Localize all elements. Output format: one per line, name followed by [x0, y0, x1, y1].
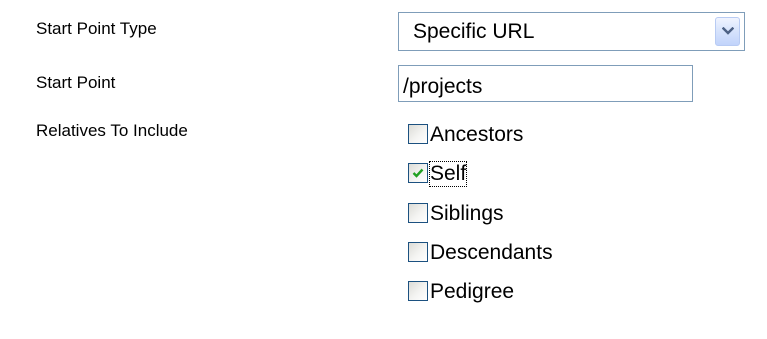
siblings-checkbox[interactable]: [408, 203, 428, 223]
start-point-type-label: Start Point Type: [36, 19, 157, 38]
form-panel: Start Point Type Specific URL Start Poin…: [0, 0, 767, 339]
start-point-label: Start Point: [36, 73, 116, 92]
siblings-label: Siblings: [430, 202, 504, 225]
start-point-input[interactable]: [398, 65, 693, 102]
self-label: Self: [428, 161, 468, 187]
chevron-down-icon: [722, 27, 734, 35]
dropdown-button[interactable]: [715, 17, 740, 46]
pedigree-label: Pedigree: [430, 280, 515, 303]
descendants-label: Descendants: [430, 241, 553, 264]
relatives-label: Relatives To Include: [36, 121, 188, 140]
pedigree-checkbox[interactable]: [408, 281, 428, 301]
ancestors-label: Ancestors: [430, 123, 524, 146]
ancestors-checkbox[interactable]: [408, 124, 428, 144]
self-checkbox[interactable]: [408, 163, 428, 183]
start-point-type-select[interactable]: Specific URL: [398, 12, 745, 51]
start-point-type-value: Specific URL: [413, 20, 535, 43]
checkmark-icon: [412, 168, 424, 178]
descendants-checkbox[interactable]: [408, 242, 428, 262]
